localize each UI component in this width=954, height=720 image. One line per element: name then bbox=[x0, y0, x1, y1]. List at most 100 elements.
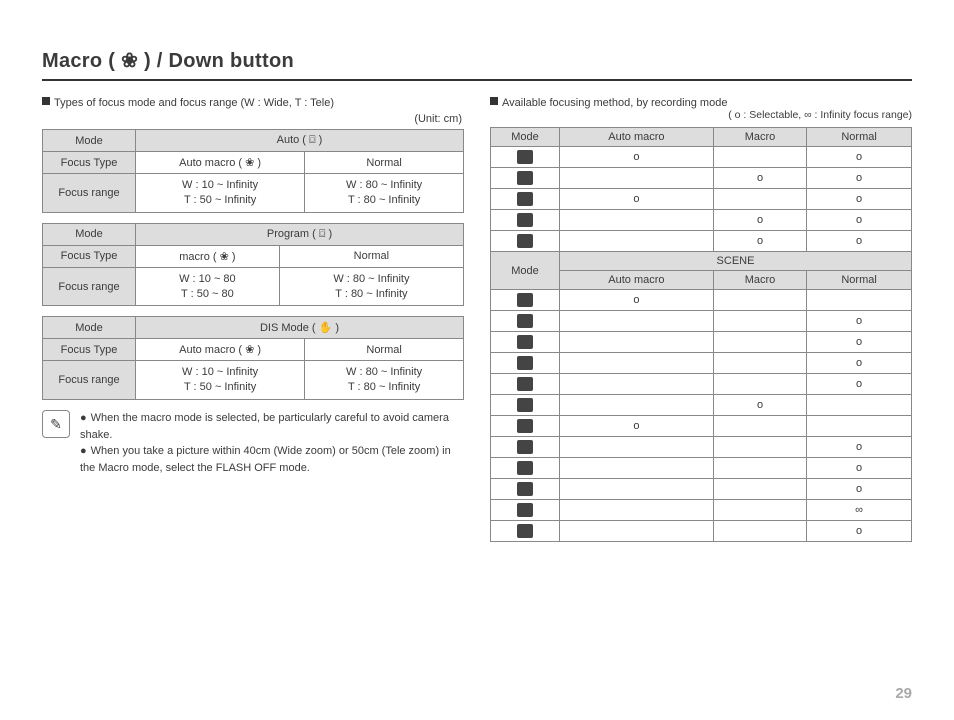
cell-auto-macro bbox=[560, 395, 714, 416]
cell-focustype-b: Normal bbox=[279, 245, 463, 267]
table-row: o bbox=[491, 374, 912, 395]
cell-range-a: W : 10 ~ InfinityT : 50 ~ Infinity bbox=[136, 361, 305, 400]
cell-macro: o bbox=[713, 395, 806, 416]
mode-icon bbox=[517, 440, 533, 454]
cell-range-label: Focus range bbox=[43, 361, 136, 400]
cell-normal: o bbox=[807, 332, 912, 353]
cell-mode-value: Program ( ⌼ ) bbox=[136, 223, 464, 245]
cell-macro: o bbox=[713, 231, 806, 252]
cell-auto-macro: o bbox=[560, 147, 714, 168]
cell-macro bbox=[713, 353, 806, 374]
th-scene: SCENE bbox=[560, 252, 912, 271]
table-row: oo bbox=[491, 231, 912, 252]
cell-focustype-label: Focus Type bbox=[43, 152, 136, 174]
cell-mode-value: DIS Mode ( ✋ ) bbox=[136, 317, 464, 339]
cell-mode-label: Mode bbox=[43, 130, 136, 152]
mode-icon bbox=[517, 461, 533, 475]
bullet-icon bbox=[490, 97, 498, 105]
mode-icon-cell bbox=[491, 189, 560, 210]
table-row: o bbox=[491, 395, 912, 416]
cell-macro bbox=[713, 458, 806, 479]
cell-normal bbox=[807, 290, 912, 311]
cell-focustype-label: Focus Type bbox=[43, 339, 136, 361]
cell-auto-macro bbox=[560, 210, 714, 231]
mode-icon bbox=[517, 335, 533, 349]
mode-icon bbox=[517, 419, 533, 433]
cell-auto-macro bbox=[560, 332, 714, 353]
table-row: oo bbox=[491, 189, 912, 210]
cell-macro bbox=[713, 521, 806, 542]
table-row: o bbox=[491, 437, 912, 458]
cell-macro bbox=[713, 374, 806, 395]
mode-icon-cell bbox=[491, 395, 560, 416]
cell-macro bbox=[713, 189, 806, 210]
cell-auto-macro bbox=[560, 168, 714, 189]
th-macro-2: Macro bbox=[713, 271, 806, 290]
cell-auto-macro bbox=[560, 311, 714, 332]
mode-icon bbox=[517, 171, 533, 185]
page-title: Macro ( ❀ ) / Down button bbox=[42, 48, 912, 81]
mode-icon-cell bbox=[491, 311, 560, 332]
right-column: Available focusing method, by recording … bbox=[490, 93, 912, 542]
th-mode: Mode bbox=[491, 128, 560, 147]
mode-icon-cell bbox=[491, 437, 560, 458]
mode-icon-cell bbox=[491, 479, 560, 500]
table-row: ∞ bbox=[491, 500, 912, 521]
table-row: o bbox=[491, 353, 912, 374]
mode-icon-cell bbox=[491, 521, 560, 542]
cell-normal: o bbox=[807, 479, 912, 500]
mode-icon bbox=[517, 293, 533, 307]
mode-icon-cell bbox=[491, 353, 560, 374]
cell-mode-label: Mode bbox=[43, 317, 136, 339]
note-icon: ✎ bbox=[42, 410, 70, 438]
mode-icon bbox=[517, 234, 533, 248]
table-row: oo bbox=[491, 168, 912, 189]
focus-table: ModeDIS Mode ( ✋ )Focus TypeAuto macro (… bbox=[42, 316, 464, 400]
focus-table: ModeProgram ( ⌼ )Focus Typemacro ( ❀ )No… bbox=[42, 223, 464, 307]
table-row: o bbox=[491, 458, 912, 479]
mode-icon-cell bbox=[491, 147, 560, 168]
mode-icon-cell bbox=[491, 290, 560, 311]
table-row: oo bbox=[491, 147, 912, 168]
table-row: o bbox=[491, 290, 912, 311]
cell-focustype-b: Normal bbox=[305, 339, 464, 361]
cell-normal bbox=[807, 416, 912, 437]
cell-macro bbox=[713, 290, 806, 311]
cell-range-label: Focus range bbox=[43, 267, 136, 306]
cell-auto-macro bbox=[560, 479, 714, 500]
table-row: o bbox=[491, 416, 912, 437]
th-auto-macro-2: Auto macro bbox=[560, 271, 714, 290]
cell-normal: o bbox=[807, 147, 912, 168]
cell-focustype-a: Auto macro ( ❀ ) bbox=[136, 152, 305, 174]
table-row: oo bbox=[491, 210, 912, 231]
mode-icon-cell bbox=[491, 231, 560, 252]
cell-range-a: W : 10 ~ 80T : 50 ~ 80 bbox=[136, 267, 280, 306]
cell-focustype-b: Normal bbox=[305, 152, 464, 174]
cell-normal: o bbox=[807, 168, 912, 189]
th-normal-2: Normal bbox=[807, 271, 912, 290]
cell-focustype-a: Auto macro ( ❀ ) bbox=[136, 339, 305, 361]
th-mode-scene: Mode bbox=[491, 252, 560, 290]
bullet-icon bbox=[42, 97, 50, 105]
mode-icon-cell bbox=[491, 332, 560, 353]
cell-auto-macro: o bbox=[560, 416, 714, 437]
mode-icon bbox=[517, 356, 533, 370]
cell-normal: o bbox=[807, 521, 912, 542]
cell-normal: o bbox=[807, 210, 912, 231]
cell-macro bbox=[713, 147, 806, 168]
cell-focustype-a: macro ( ❀ ) bbox=[136, 245, 280, 267]
cell-auto-macro bbox=[560, 374, 714, 395]
cell-auto-macro bbox=[560, 458, 714, 479]
cell-normal: o bbox=[807, 311, 912, 332]
cell-macro bbox=[713, 500, 806, 521]
th-macro: Macro bbox=[713, 128, 806, 147]
focus-table: ModeAuto ( ⌼ )Focus TypeAuto macro ( ❀ )… bbox=[42, 129, 464, 213]
cell-auto-macro bbox=[560, 231, 714, 252]
mode-icon-cell bbox=[491, 458, 560, 479]
mode-icon bbox=[517, 314, 533, 328]
mode-icon-cell bbox=[491, 374, 560, 395]
mode-icon bbox=[517, 524, 533, 538]
table-row: o bbox=[491, 311, 912, 332]
mode-icon-cell bbox=[491, 210, 560, 231]
mode-icon-cell bbox=[491, 416, 560, 437]
